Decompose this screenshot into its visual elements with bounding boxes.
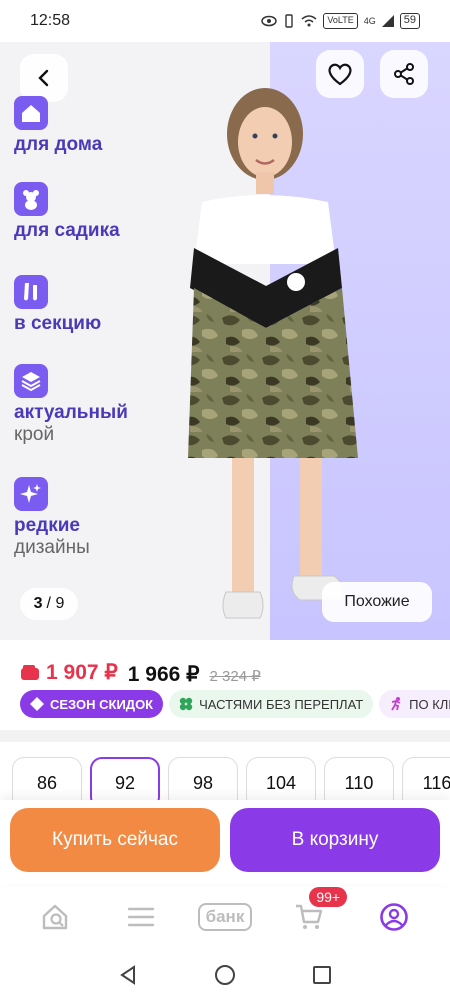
favorite-button[interactable] xyxy=(316,50,364,98)
system-nav-bar xyxy=(0,950,450,1000)
layers-icon xyxy=(14,364,48,398)
product-gallery[interactable]: для дома для садика в секцию актуальный … xyxy=(0,42,450,640)
chevron-left-icon xyxy=(38,69,49,87)
old-price: 2 324 ₽ xyxy=(209,667,261,685)
badge-label: СЕЗОН СКИДОК xyxy=(50,696,154,712)
teddy-bear-icon xyxy=(14,182,48,216)
eye-icon xyxy=(261,15,278,27)
feature-section: в секцию xyxy=(14,275,101,335)
back-triangle-icon[interactable] xyxy=(118,965,138,985)
feature-label: актуальный xyxy=(14,402,128,423)
sale-price: 1 907 ₽ xyxy=(20,660,118,685)
feature-sublabel: крой xyxy=(14,424,55,445)
home-search-icon xyxy=(42,904,68,930)
back-button[interactable] xyxy=(20,54,68,102)
add-to-cart-button[interactable]: В корзину xyxy=(230,808,440,872)
similar-button[interactable]: Похожие xyxy=(322,582,432,622)
wifi-icon xyxy=(301,15,317,27)
house-icon xyxy=(14,96,48,130)
feature-sublabel: дизайны xyxy=(14,537,90,558)
heart-icon xyxy=(328,63,352,86)
tag-icon xyxy=(30,697,44,711)
image-counter: 3 / 9 xyxy=(20,588,78,620)
tab-bank[interactable]: банк xyxy=(195,903,255,931)
sale-price-value: 1 907 ₽ xyxy=(46,661,118,684)
feature-designs: редкие дизайны xyxy=(14,477,90,559)
buy-now-button[interactable]: Купить сейчас xyxy=(10,808,220,872)
current-price: 1 966 ₽ xyxy=(127,662,200,686)
share-icon xyxy=(394,63,414,85)
tab-cart[interactable]: 99+ xyxy=(279,887,348,931)
feature-label: в секцию xyxy=(14,313,102,334)
price-row: 1 907 ₽ 1 966 ₽ 2 324 ₽ xyxy=(20,660,261,687)
status-icons: VoLTE 4G 59 xyxy=(261,13,420,29)
tab-home[interactable] xyxy=(26,903,86,931)
one-click-badge[interactable]: ПО КЛИ xyxy=(379,690,450,718)
feature-label: редкие xyxy=(14,515,80,536)
bottom-tab-bar: банк 99+ xyxy=(0,886,450,948)
signal-icon xyxy=(381,15,394,27)
home-circle-icon[interactable] xyxy=(214,964,236,986)
status-time: 12:58 xyxy=(30,12,71,29)
tab-profile[interactable] xyxy=(364,902,424,932)
share-button[interactable] xyxy=(380,50,428,98)
feature-home: для дома xyxy=(14,96,102,156)
signal-label: 4G xyxy=(363,16,376,26)
sparkles-icon xyxy=(14,477,48,511)
badge-label: ЧАСТЯМИ БЕЗ ПЕРЕПЛАТ xyxy=(199,696,364,712)
purchase-bar: Купить сейчас В корзину xyxy=(0,800,450,884)
badge-label: ПО КЛИ xyxy=(409,696,450,712)
counter-total: / 9 xyxy=(46,595,65,612)
bank-label: банк xyxy=(197,903,253,931)
runner-icon xyxy=(391,697,401,711)
recents-square-icon[interactable] xyxy=(312,965,332,985)
clover-icon xyxy=(179,697,193,711)
tab-catalog[interactable] xyxy=(111,906,171,928)
cart-icon xyxy=(296,904,323,929)
feature-label: для дома xyxy=(14,134,103,155)
vibrate-icon xyxy=(285,14,294,28)
cart-count-badge: 99+ xyxy=(309,887,348,907)
profile-icon xyxy=(379,903,408,931)
ballet-shoes-icon xyxy=(14,275,48,309)
product-photo xyxy=(188,88,358,619)
feature-cut: актуальный крой xyxy=(14,364,128,446)
volte-indicator: VoLTE xyxy=(323,13,358,29)
section-divider xyxy=(0,730,450,742)
feature-label: для садика xyxy=(14,220,120,241)
promo-badges: СЕЗОН СКИДОК ЧАСТЯМИ БЕЗ ПЕРЕПЛАТ ПО КЛИ xyxy=(20,690,450,718)
wallet-icon xyxy=(21,664,39,680)
season-sale-badge[interactable]: СЕЗОН СКИДОК xyxy=(20,690,164,718)
feature-kindergarten: для садика xyxy=(14,182,120,242)
battery-indicator: 59 xyxy=(399,13,420,29)
counter-current: 3 xyxy=(33,595,43,612)
status-bar: 12:58 VoLTE 4G 59 xyxy=(0,0,450,42)
installments-badge[interactable]: ЧАСТЯМИ БЕЗ ПЕРЕПЛАТ xyxy=(169,690,374,718)
menu-icon xyxy=(127,907,154,927)
